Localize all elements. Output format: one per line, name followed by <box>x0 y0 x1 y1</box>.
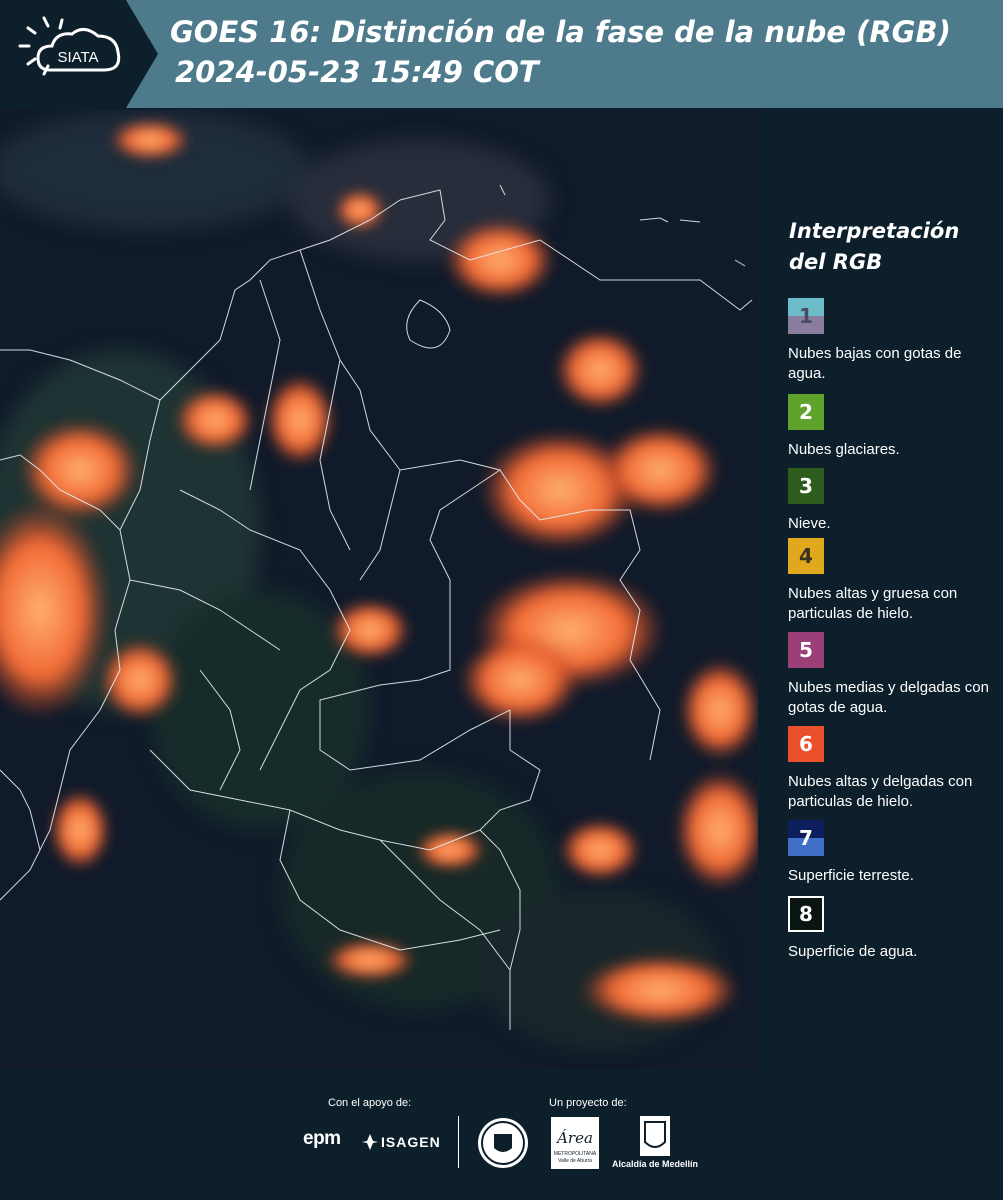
page-title: GOES 16: Distinción de la fase de la nub… <box>170 15 951 49</box>
legend-swatch-5: 5 <box>788 632 824 668</box>
legend-swatch-6: 6 <box>788 726 824 762</box>
legend-item-8: 8 Superficie de agua. <box>788 896 998 962</box>
page-timestamp: 2024-05-23 15:49 COT <box>175 55 539 89</box>
legend-item-2: 2 Nubes glaciares. <box>788 394 998 460</box>
alcaldia-shield-icon <box>640 1116 670 1156</box>
legend-label-4: Nubes altas y gruesa con particulas de h… <box>788 585 958 622</box>
satellite-map <box>0 110 758 1070</box>
legend-label-2: Nubes glaciares. <box>788 441 900 458</box>
support-label: Con el apoyo de: <box>328 1097 412 1109</box>
legend-label-8: Superficie de agua. <box>788 943 918 960</box>
legend-item-4: 4 Nubes altas y gruesa con particulas de… <box>788 538 998 624</box>
area-metropolitana-logo: Área METROPOLITANA Valle de Aburrá <box>551 1117 599 1169</box>
legend-label-7: Superficie terreste. <box>788 867 914 884</box>
legend-swatch-4: 4 <box>788 538 824 574</box>
footer: Con el apoyo de: Un proyecto de: epm ISA… <box>0 1070 1003 1200</box>
legend-number-6: 6 <box>799 732 813 756</box>
footer-divider <box>458 1116 459 1168</box>
project-label: Un proyecto de: <box>549 1097 627 1109</box>
svg-text:Valle de Aburrá: Valle de Aburrá <box>558 1158 592 1164</box>
satellite-image <box>0 110 758 1070</box>
siata-logo-text: SIATA <box>57 49 98 66</box>
legend-panel: Interpretación del RGB 1 Nubes bajas con… <box>760 110 1003 1070</box>
isagen-icon <box>362 1134 378 1150</box>
legend-number-3: 3 <box>799 474 813 498</box>
legend-swatch-8: 8 <box>788 896 824 932</box>
legend-number-7: 7 <box>799 826 813 850</box>
legend-swatch-3: 3 <box>788 468 824 504</box>
legend-swatch-7: 7 <box>788 820 824 856</box>
legend-number-4: 4 <box>799 544 813 568</box>
header-bar: SIATA GOES 16: Distinción de la fase de … <box>0 0 1003 108</box>
legend-swatch-1: 1 <box>788 298 824 334</box>
legend-item-5: 5 Nubes medias y delgadas con gotas de a… <box>788 632 998 718</box>
legend-item-6: 6 Nubes altas y delgadas con particulas … <box>788 726 998 812</box>
legend-label-6: Nubes altas y delgadas con particulas de… <box>788 773 973 810</box>
legend-title: Interpretación del RGB <box>789 219 960 274</box>
legend-label-1: Nubes bajas con gotas de agua. <box>788 345 962 382</box>
siata-logo: SIATA <box>0 0 158 108</box>
svg-text:Área: Área <box>555 1129 593 1147</box>
medellin-seal-icon <box>478 1118 528 1168</box>
epm-logo: epm <box>303 1128 341 1149</box>
legend-number-1: 1 <box>799 304 813 328</box>
svg-text:METROPOLITANA: METROPOLITANA <box>554 1151 597 1157</box>
legend-number-8: 8 <box>799 902 813 926</box>
legend-item-7: 7 Superficie terreste. <box>788 820 998 886</box>
isagen-logo: ISAGEN <box>381 1134 441 1150</box>
legend-number-2: 2 <box>799 400 813 424</box>
legend-label-5: Nubes medias y delgadas con gotas de agu… <box>788 679 989 716</box>
alcaldia-label: Alcaldía de Medellín <box>612 1159 699 1169</box>
legend-label-3: Nieve. <box>788 515 831 532</box>
legend-swatch-2: 2 <box>788 394 824 430</box>
legend-number-5: 5 <box>799 638 813 662</box>
legend-item-1: 1 Nubes bajas con gotas de agua. <box>788 298 998 384</box>
legend-item-3: 3 Nieve. <box>788 468 998 534</box>
